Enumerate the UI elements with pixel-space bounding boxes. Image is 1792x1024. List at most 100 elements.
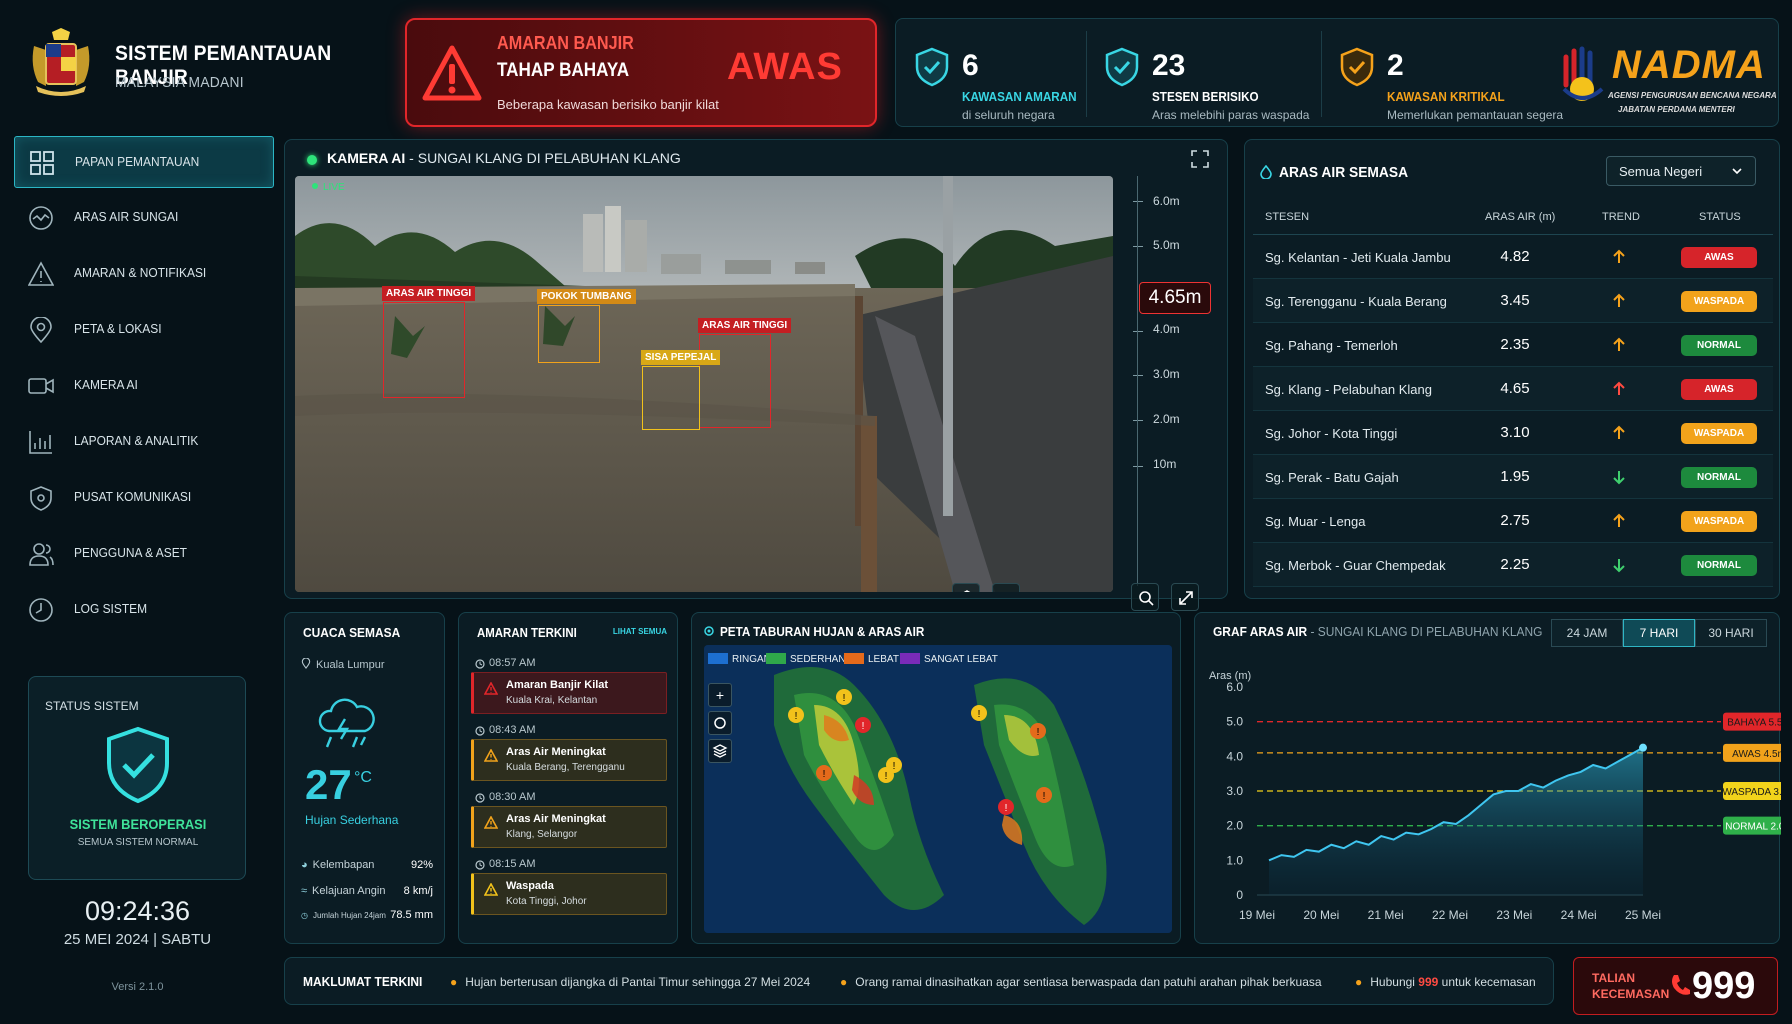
legend-light: RINGAN: [708, 653, 771, 665]
expand-button[interactable]: [1171, 583, 1199, 611]
stat-risk-stations[interactable]: 23 STESEN BERISIKO Aras melebihi paras w…: [1086, 19, 1316, 128]
alert-item[interactable]: 08:15 AM Waspada Kota Tinggi, Johor: [471, 854, 667, 915]
system-status-card: STATUS SISTEM SISTEM BEROPERASI SEMUA SI…: [28, 676, 246, 880]
map-locate-button[interactable]: [708, 711, 732, 735]
scale-label: 2.0m: [1153, 412, 1180, 426]
series-end-point: [1639, 743, 1647, 752]
map-layers-button[interactable]: [708, 739, 732, 763]
sidebar-item-reports[interactable]: LAPORAN & ANALITIK: [14, 416, 274, 468]
system-status-title: STATUS SISTEM: [45, 699, 139, 713]
alert-item[interactable]: 08:30 AM Aras Air Meningkat Klang, Selango…: [471, 787, 667, 848]
table-row[interactable]: Sg. Johor - Kota Tinggi 3.10 WASPADA: [1253, 411, 1773, 455]
camera-feed[interactable]: LIVE ARAS AIR TINGGI POKOK TUMBANG ARAS …: [295, 176, 1113, 592]
y-tick-label: 5.0: [1226, 715, 1243, 729]
threshold-label: AWAS 4.5m: [1732, 749, 1781, 760]
level-value: 4.65: [1500, 380, 1530, 397]
svg-text:!: !: [1043, 791, 1046, 802]
x-tick-label: 23 Mei: [1496, 908, 1532, 922]
station-name: Sg. Perak - Batu Gajah: [1265, 470, 1399, 485]
zoom-in-button[interactable]: [992, 583, 1020, 592]
table-row[interactable]: Sg. Pahang - Temerloh 2.35 NORMAL: [1253, 323, 1773, 367]
detection-box[interactable]: ARAS AIR TINGGI: [698, 318, 792, 428]
users-icon: [29, 543, 54, 566]
view-all-link[interactable]: LIHAT SEMUA: [613, 627, 667, 636]
legend-label: LEBAT: [868, 654, 899, 665]
stat-value: 6: [962, 49, 979, 82]
rain-gauge-icon: ◷: [301, 911, 308, 920]
alert-item[interactable]: 08:43 AM Aras Air Meningkat Kuala Berang, …: [471, 720, 667, 781]
weather-panel: CUACA SEMASA Kuala Lumpur 27 °C Hujan Se…: [284, 612, 445, 944]
fullscreen-icon[interactable]: [1191, 150, 1209, 168]
table-row[interactable]: Sg. Klang - Pelabuhan Klang 4.65 AWAS: [1253, 367, 1773, 411]
layers-button[interactable]: [952, 583, 980, 592]
detection-box[interactable]: POKOK TUMBANG: [537, 289, 636, 363]
alert-item[interactable]: 08:57 AM Amaran Banjir Kilat Kuala Krai, K…: [471, 653, 667, 714]
sidebar-item-log[interactable]: LOG SISTEM: [14, 584, 274, 636]
table-row[interactable]: Sg. Perak - Batu Gajah 1.95 NORMAL: [1253, 455, 1773, 499]
legend-swatch: [900, 653, 920, 664]
svg-text:!: !: [1037, 727, 1040, 738]
scale-tick: [1133, 201, 1143, 202]
sidebar-item-alerts[interactable]: AMARAN & NOTIFIKASI: [14, 248, 274, 300]
warning-marker: !: [1030, 723, 1046, 739]
bullet-icon: ●: [1355, 975, 1363, 989]
detection-label: SISA PEPEJAL: [641, 350, 721, 365]
svg-text:!: !: [885, 771, 888, 782]
sidebar-item-label: ARAS AIR SUNGAI: [74, 209, 179, 224]
stat-critical-areas[interactable]: 2 KAWASAN KRITIKAL Memerlukan pemantauan…: [1321, 19, 1563, 128]
detection-box[interactable]: ARAS AIR TINGGI: [382, 286, 476, 398]
legend-swatch: [766, 653, 786, 664]
sidebar-item-river-level[interactable]: ARAS AIR SUNGAI: [14, 192, 274, 244]
sidebar-item-comms[interactable]: PUSAT KOMUNIKASI: [14, 472, 274, 524]
expand-icon: [1179, 591, 1193, 605]
table-row[interactable]: Sg. Muar - Lenga 2.75 WASPADA: [1253, 499, 1773, 543]
warning-marker: !: [971, 705, 987, 721]
sidebar-item-dashboard[interactable]: PAPAN PEMANTAUAN: [14, 136, 274, 188]
hotline-label-2: KECEMASAN: [1592, 987, 1670, 1001]
column-header: TREND: [1602, 211, 1640, 223]
flood-alert-banner[interactable]: AMARAN BANJIR TAHAP BAHAYA Beberapa kawa…: [405, 18, 877, 127]
map-zoom-in-button[interactable]: +: [708, 683, 732, 707]
sidebar-item-users[interactable]: PENGGUNA & ASET: [14, 528, 274, 580]
sidebar-item-label: LAPORAN & ANALITIK: [74, 433, 199, 448]
table-body: Sg. Kelantan - Jeti Kuala Jambu 4.82 AWAS S…: [1253, 235, 1773, 587]
sidebar-item-ai-camera[interactable]: KAMERA AI: [14, 360, 274, 412]
stat-warning-areas[interactable]: 6 KAWASAN AMARAN di seluruh negara: [896, 19, 1077, 128]
detection-label: ARAS AIR TINGGI: [698, 318, 792, 333]
search-button[interactable]: [1131, 583, 1159, 611]
alert-place: Kota Tinggi, Johor: [506, 896, 587, 907]
water-level-chart: Aras (m)6.05.04.03.02.01.0019 Mei 20 Mei 2…: [1209, 670, 1781, 922]
weather-condition: Hujan Sederhana: [305, 813, 399, 827]
table-row[interactable]: Sg. Kelantan - Jeti Kuala Jambu 4.82 AWAS: [1253, 235, 1773, 279]
detection-box[interactable]: SISA PEPEJAL: [641, 350, 721, 430]
circle-icon: [714, 717, 726, 729]
tab-30-days[interactable]: 30 HARI: [1695, 619, 1767, 647]
table-row[interactable]: Sg. Merbok - Guar Chempedak 2.25 NORMAL: [1253, 543, 1773, 587]
state-filter-select[interactable]: Semua Negeri: [1606, 156, 1756, 186]
status-badge: NORMAL: [1681, 467, 1757, 488]
scale-axis: [1137, 176, 1138, 586]
bullet-icon: ●: [450, 975, 458, 989]
legend-heavy: LEBAT: [844, 653, 899, 665]
alert-message: Beberapa kawasan berisiko banjir kilat: [497, 97, 719, 112]
scale-label: 6.0m: [1153, 194, 1180, 208]
alert-time: 08:30 AM: [489, 791, 536, 803]
scale-label: 4.0m: [1153, 322, 1180, 336]
x-tick-label: 22 Mei: [1432, 908, 1468, 922]
table-row[interactable]: Sg. Terengganu - Kuala Berang 3.45 WASPADA: [1253, 279, 1773, 323]
y-tick-label: 4.0: [1226, 749, 1243, 763]
version: Versi 2.1.0: [111, 981, 164, 993]
sidebar-item-map[interactable]: PETA & LOKASI: [14, 304, 274, 356]
rainfall-map[interactable]: ! ! ! ! ! ! ! ! ! ! RINGAN SEDERHANA LEB…: [704, 645, 1172, 933]
level-value: 4.82: [1500, 248, 1530, 265]
tab-7-days[interactable]: 7 HARI: [1623, 619, 1695, 647]
live-indicator: [307, 155, 317, 165]
emergency-hotline[interactable]: TALIAN KECEMASAN 999: [1573, 957, 1778, 1015]
arrow-up-icon: [1613, 249, 1625, 263]
warning-icon: [484, 749, 498, 762]
sidebar-item-label: KAMERA AI: [74, 377, 138, 392]
column-header: STESEN: [1265, 211, 1310, 223]
scale-tick: [1133, 466, 1143, 467]
clock-icon: [475, 860, 485, 870]
tab-24-hours[interactable]: 24 JAM: [1551, 619, 1623, 647]
